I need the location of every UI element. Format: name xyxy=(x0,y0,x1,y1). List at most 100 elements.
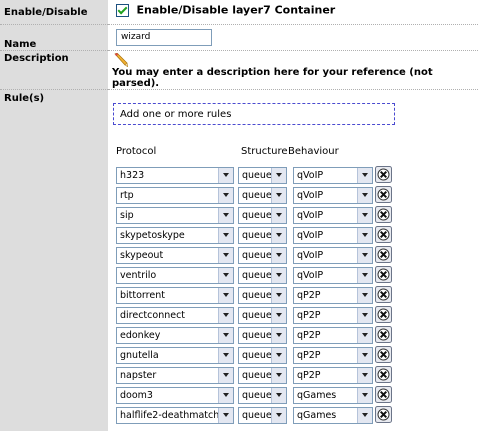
protocol-select[interactable]: napster xyxy=(116,366,234,384)
delete-rule-icon[interactable] xyxy=(375,345,392,363)
behaviour-value: qP2P xyxy=(297,289,321,301)
chevron-down-icon[interactable] xyxy=(271,307,286,323)
structure-select[interactable]: queue xyxy=(238,326,287,344)
chevron-down-icon[interactable] xyxy=(218,387,233,403)
behaviour-select[interactable]: qVoIP xyxy=(293,226,373,244)
behaviour-select[interactable]: qP2P xyxy=(293,326,373,344)
pencil-icon[interactable] xyxy=(112,52,128,67)
chevron-down-icon[interactable] xyxy=(357,187,372,203)
protocol-select[interactable]: halflife2-deathmatch xyxy=(116,406,234,424)
add-rules-box[interactable]: Add one or more rules xyxy=(113,102,395,125)
chevron-down-icon[interactable] xyxy=(357,387,372,403)
chevron-down-icon[interactable] xyxy=(218,207,233,223)
chevron-down-icon[interactable] xyxy=(357,367,372,383)
behaviour-select[interactable]: qVoIP xyxy=(293,166,373,184)
name-field[interactable] xyxy=(116,28,212,46)
chevron-down-icon[interactable] xyxy=(218,347,233,363)
protocol-select[interactable]: skypetoskype xyxy=(116,226,234,244)
behaviour-select[interactable]: qVoIP xyxy=(293,186,373,204)
behaviour-select[interactable]: qGames xyxy=(293,406,373,424)
protocol-select[interactable]: h323 xyxy=(116,166,234,184)
behaviour-select[interactable]: qP2P xyxy=(293,306,373,324)
behaviour-select[interactable]: qVoIP xyxy=(293,246,373,264)
structure-select[interactable]: queue xyxy=(238,306,287,324)
structure-select[interactable]: queue xyxy=(238,246,287,264)
structure-select[interactable]: queue xyxy=(238,266,287,284)
chevron-down-icon[interactable] xyxy=(357,207,372,223)
delete-rule-icon[interactable] xyxy=(375,205,392,223)
chevron-down-icon[interactable] xyxy=(271,187,286,203)
enable-checkbox[interactable] xyxy=(116,3,129,17)
structure-select[interactable]: queue xyxy=(238,206,287,224)
chevron-down-icon[interactable] xyxy=(218,307,233,323)
protocol-select[interactable]: rtp xyxy=(116,186,234,204)
delete-rule-icon[interactable] xyxy=(375,185,392,203)
chevron-down-icon[interactable] xyxy=(271,267,286,283)
chevron-down-icon[interactable] xyxy=(357,307,372,323)
protocol-select[interactable]: doom3 xyxy=(116,386,234,404)
structure-select[interactable]: queue xyxy=(238,166,287,184)
rule-row: skypeout queue qVoIP xyxy=(116,245,478,267)
chevron-down-icon[interactable] xyxy=(218,267,233,283)
delete-rule-icon[interactable] xyxy=(375,365,392,383)
chevron-down-icon[interactable] xyxy=(357,227,372,243)
chevron-down-icon[interactable] xyxy=(271,287,286,303)
delete-rule-icon[interactable] xyxy=(375,385,392,403)
chevron-down-icon[interactable] xyxy=(271,407,286,423)
delete-rule-icon[interactable] xyxy=(375,285,392,303)
behaviour-select[interactable]: qVoIP xyxy=(293,266,373,284)
chevron-down-icon[interactable] xyxy=(357,167,372,183)
delete-rule-icon[interactable] xyxy=(375,405,392,423)
protocol-select[interactable]: ventrilo xyxy=(116,266,234,284)
chevron-down-icon[interactable] xyxy=(357,287,372,303)
chevron-down-icon[interactable] xyxy=(271,247,286,263)
behaviour-select[interactable]: qP2P xyxy=(293,366,373,384)
chevron-down-icon[interactable] xyxy=(218,287,233,303)
delete-rule-icon[interactable] xyxy=(375,225,392,243)
chevron-down-icon[interactable] xyxy=(271,387,286,403)
protocol-header: Protocol xyxy=(116,145,157,157)
delete-rule-icon[interactable] xyxy=(375,325,392,343)
protocol-select[interactable]: sip xyxy=(116,206,234,224)
chevron-down-icon[interactable] xyxy=(357,407,372,423)
structure-select[interactable]: queue xyxy=(238,366,287,384)
behaviour-select[interactable]: qVoIP xyxy=(293,206,373,224)
delete-rule-icon[interactable] xyxy=(375,165,392,183)
chevron-down-icon[interactable] xyxy=(218,227,233,243)
structure-select[interactable]: queue xyxy=(238,346,287,364)
protocol-select[interactable]: directconnect xyxy=(116,306,234,324)
delete-rule-icon[interactable] xyxy=(375,305,392,323)
chevron-down-icon[interactable] xyxy=(218,187,233,203)
chevron-down-icon[interactable] xyxy=(271,167,286,183)
chevron-down-icon[interactable] xyxy=(271,327,286,343)
behaviour-value: qVoIP xyxy=(297,249,324,261)
delete-rule-icon[interactable] xyxy=(375,265,392,283)
chevron-down-icon[interactable] xyxy=(218,247,233,263)
chevron-down-icon[interactable] xyxy=(357,267,372,283)
chevron-down-icon[interactable] xyxy=(271,207,286,223)
protocol-select[interactable]: bittorrent xyxy=(116,286,234,304)
chevron-down-icon[interactable] xyxy=(218,367,233,383)
chevron-down-icon[interactable] xyxy=(218,327,233,343)
behaviour-select[interactable]: qP2P xyxy=(293,346,373,364)
chevron-down-icon[interactable] xyxy=(357,347,372,363)
structure-select[interactable]: queue xyxy=(238,386,287,404)
structure-select[interactable]: queue xyxy=(238,286,287,304)
protocol-select[interactable]: gnutella xyxy=(116,346,234,364)
chevron-down-icon[interactable] xyxy=(271,227,286,243)
delete-rule-icon[interactable] xyxy=(375,245,392,263)
chevron-down-icon[interactable] xyxy=(271,347,286,363)
protocol-select[interactable]: skypeout xyxy=(116,246,234,264)
protocol-select[interactable]: edonkey xyxy=(116,326,234,344)
chevron-down-icon[interactable] xyxy=(218,167,233,183)
chevron-down-icon[interactable] xyxy=(357,327,372,343)
behaviour-select[interactable]: qGames xyxy=(293,386,373,404)
behaviour-select[interactable]: qP2P xyxy=(293,286,373,304)
enable-checkbox-label[interactable]: Enable/Disable layer7 Container xyxy=(137,4,336,17)
chevron-down-icon[interactable] xyxy=(218,407,233,423)
structure-select[interactable]: queue xyxy=(238,226,287,244)
chevron-down-icon[interactable] xyxy=(357,247,372,263)
structure-select[interactable]: queue xyxy=(238,406,287,424)
structure-select[interactable]: queue xyxy=(238,186,287,204)
chevron-down-icon[interactable] xyxy=(271,367,286,383)
